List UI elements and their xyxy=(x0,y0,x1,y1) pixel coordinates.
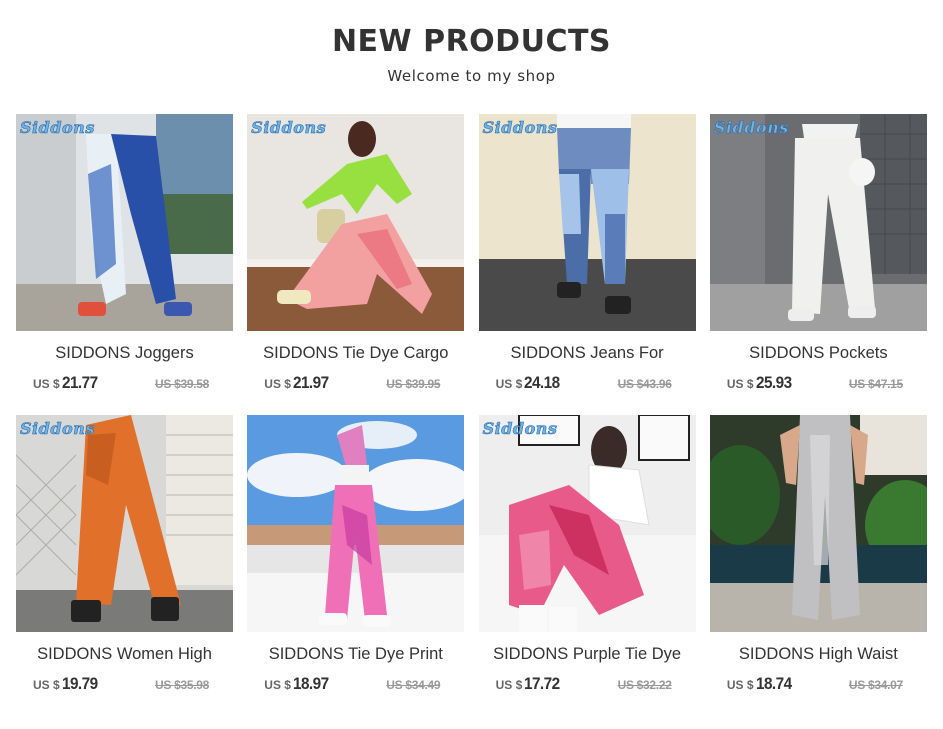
price-row: US $18.74 US $34.07 xyxy=(710,674,927,694)
currency-label: US $ xyxy=(264,678,291,692)
current-price: US $18.97 xyxy=(264,674,330,694)
original-price: US $43.96 xyxy=(617,377,672,391)
original-price: US $39.58 xyxy=(154,377,209,391)
price-value: 18.74 xyxy=(755,674,792,693)
product-image[interactable]: Siddons xyxy=(709,114,927,331)
product-name[interactable]: SIDDONS Tie Dye Cargo xyxy=(247,343,464,363)
currency-label: US $ xyxy=(495,377,523,391)
currency-label: US $ xyxy=(495,678,523,692)
price-value: 18.97 xyxy=(292,674,329,693)
brand-watermark: Siddons xyxy=(482,419,558,439)
product-card[interactable]: SIDDONS High Waist US $18.74 US $34.07 xyxy=(709,415,927,716)
current-price: US $21.77 xyxy=(33,373,99,393)
original-price: US $34.07 xyxy=(848,678,903,692)
section-header: NEW PRODUCTS Welcome to my shop xyxy=(0,0,943,86)
price-row: US $18.97 US $34.49 xyxy=(247,674,464,694)
product-grid: Siddons SIDDONS Joggers US $21.77 US $39… xyxy=(16,114,927,716)
product-image[interactable] xyxy=(247,415,465,632)
product-image[interactable]: Siddons xyxy=(16,114,233,331)
brand-watermark: Siddons xyxy=(482,118,558,138)
original-price: US $39.95 xyxy=(386,377,441,391)
product-name[interactable]: SIDDONS Women High xyxy=(16,644,233,664)
product-card[interactable]: Siddons SIDDONS Purple Tie Dye US $17.72… xyxy=(478,415,696,716)
price-value: 24.18 xyxy=(524,373,560,392)
currency-label: US $ xyxy=(726,678,754,692)
page-title: NEW PRODUCTS xyxy=(331,24,612,59)
product-card[interactable]: Siddons SIDDONS Tie Dye Cargo US $21.97 … xyxy=(247,114,465,415)
product-name[interactable]: SIDDONS High Waist xyxy=(710,644,927,664)
current-price: US $21.97 xyxy=(264,373,330,393)
original-price: US $47.15 xyxy=(848,377,903,391)
product-card[interactable]: SIDDONS Tie Dye Print US $18.97 US $34.4… xyxy=(247,415,465,716)
product-image[interactable] xyxy=(709,415,927,632)
brand-watermark: Siddons xyxy=(20,419,95,439)
page-subtitle: Welcome to my shop xyxy=(387,67,556,85)
current-price: US $19.79 xyxy=(33,674,99,694)
product-card[interactable]: Siddons SIDDONS Joggers US $21.77 US $39… xyxy=(16,114,233,415)
price-row: US $21.77 US $39.58 xyxy=(16,373,233,393)
product-image[interactable]: Siddons xyxy=(247,114,465,331)
price-row: US $19.79 US $35.98 xyxy=(16,674,233,694)
product-card[interactable]: Siddons SIDDONS Women High US $19.79 US … xyxy=(16,415,233,716)
brand-watermark: Siddons xyxy=(20,118,95,138)
price-value: 21.77 xyxy=(61,373,98,392)
current-price: US $18.74 xyxy=(727,674,793,694)
price-row: US $17.72 US $32.22 xyxy=(479,674,696,694)
brand-watermark: Siddons xyxy=(251,118,327,138)
current-price: US $17.72 xyxy=(496,674,562,694)
product-card[interactable]: Siddons SIDDONS Pockets US $25.93 US $47… xyxy=(709,114,927,415)
price-row: US $25.93 US $47.15 xyxy=(710,373,927,393)
product-image[interactable]: Siddons xyxy=(478,415,696,632)
brand-watermark: Siddons xyxy=(713,118,789,138)
original-price: US $34.49 xyxy=(386,678,441,692)
product-name[interactable]: SIDDONS Tie Dye Print xyxy=(247,644,464,664)
product-name[interactable]: SIDDONS Pockets xyxy=(710,343,927,363)
price-value: 17.72 xyxy=(524,674,560,693)
price-row: US $24.18 US $43.96 xyxy=(479,373,696,393)
currency-label: US $ xyxy=(33,377,60,391)
product-card[interactable]: Siddons SIDDONS Jeans For US $24.18 US $… xyxy=(478,114,696,415)
product-name[interactable]: SIDDONS Purple Tie Dye xyxy=(479,644,696,664)
currency-label: US $ xyxy=(264,377,291,391)
price-value: 25.93 xyxy=(755,373,792,392)
price-row: US $21.97 US $39.95 xyxy=(247,373,464,393)
original-price: US $35.98 xyxy=(154,678,209,692)
currency-label: US $ xyxy=(726,377,754,391)
current-price: US $25.93 xyxy=(727,373,793,393)
price-value: 21.97 xyxy=(292,373,329,392)
price-value: 19.79 xyxy=(61,674,98,693)
original-price: US $32.22 xyxy=(617,678,672,692)
product-name[interactable]: SIDDONS Joggers xyxy=(16,343,233,363)
currency-label: US $ xyxy=(33,678,60,692)
current-price: US $24.18 xyxy=(496,373,562,393)
product-image[interactable]: Siddons xyxy=(16,415,233,632)
product-image[interactable]: Siddons xyxy=(478,114,696,331)
product-name[interactable]: SIDDONS Jeans For xyxy=(479,343,696,363)
